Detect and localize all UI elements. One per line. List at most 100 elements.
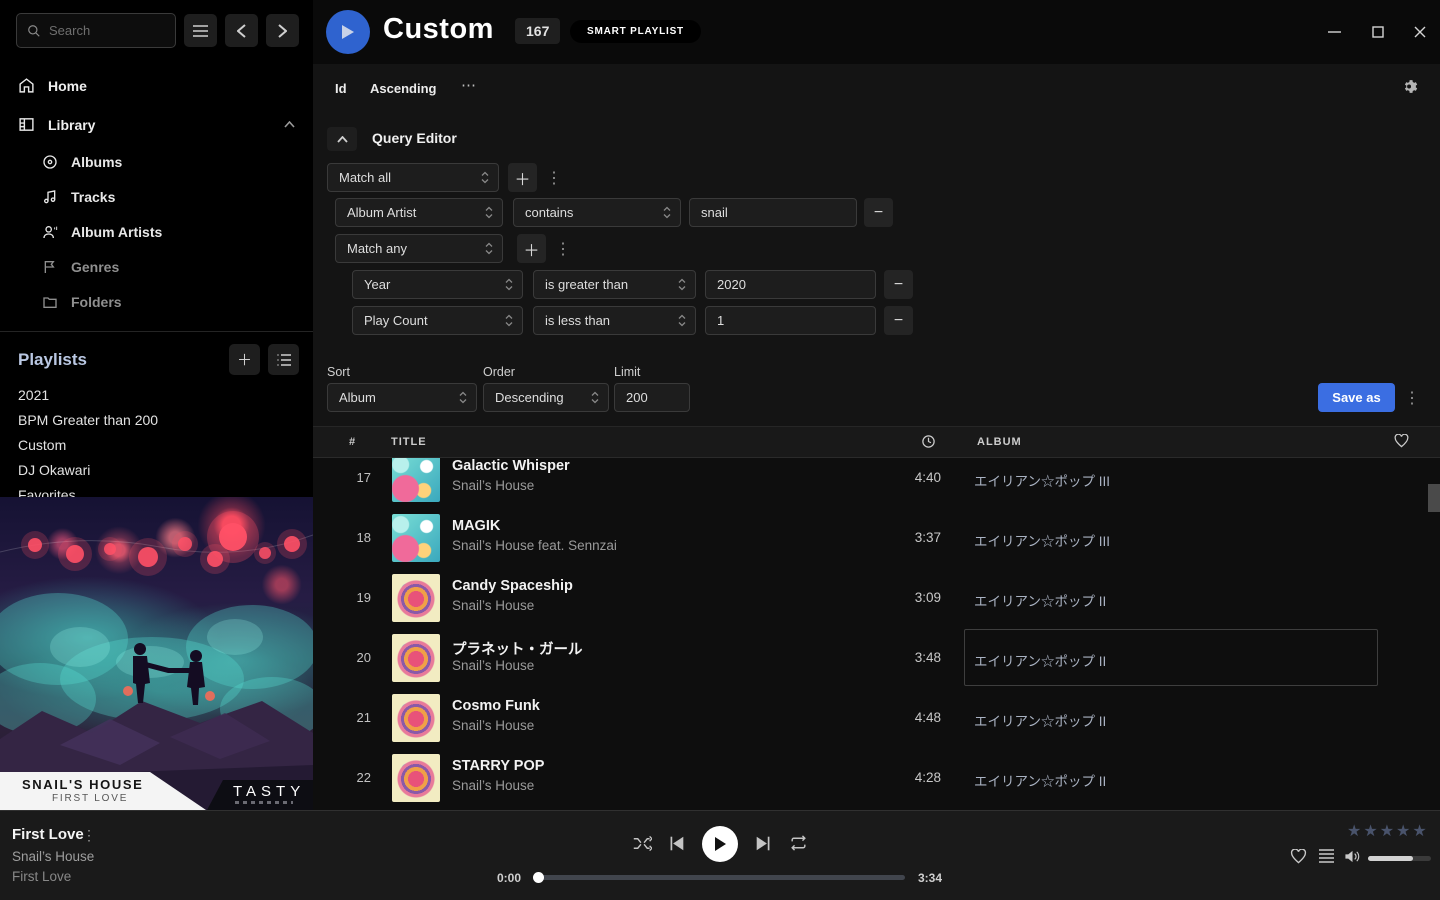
favorite-heart-icon[interactable] <box>1394 434 1409 448</box>
rule-value-input[interactable] <box>705 306 876 335</box>
playlist-item[interactable]: Custom <box>0 433 313 458</box>
rule-operator-select[interactable]: is greater than <box>533 270 696 299</box>
column-index[interactable]: # <box>349 436 356 448</box>
now-playing-artist[interactable]: Snail’s House <box>12 849 94 864</box>
sidebar-item-albums[interactable]: Albums <box>0 144 313 179</box>
sidebar: Home Library Albums Tracks Album Artists <box>0 0 313 810</box>
track-title: Candy Spaceship <box>452 578 573 594</box>
rule-operator-select[interactable]: is less than <box>533 306 696 335</box>
sort-direction-button[interactable]: Ascending <box>370 81 436 96</box>
now-playing-album-art[interactable]: SNAIL'S HOUSE FIRST LOVE TASTY <box>0 497 313 810</box>
shuffle-button[interactable] <box>633 835 652 852</box>
rating-stars[interactable]: ★★★★★ <box>1347 821 1429 841</box>
play-playlist-button[interactable] <box>326 10 370 54</box>
sidebar-item-home[interactable]: Home <box>0 66 313 105</box>
table-row[interactable]: 20 プラネット・ガール Snail’s House 3:48 エイリアン☆ポッ… <box>313 628 1440 688</box>
flag-icon <box>42 259 58 275</box>
save-as-button[interactable]: Save as <box>1318 383 1395 412</box>
sort-field-button[interactable]: Id <box>335 81 347 96</box>
sidebar-item-genres[interactable]: Genres <box>0 249 313 284</box>
column-title[interactable]: TITLE <box>391 436 427 448</box>
table-row[interactable]: 19 Candy Spaceship Snail’s House 3:09 エイ… <box>313 568 1440 628</box>
now-playing-album[interactable]: First Love <box>12 869 71 884</box>
playlist-list-button[interactable] <box>268 344 299 375</box>
sidebar-item-library[interactable]: Library <box>0 105 313 144</box>
repeat-button[interactable] <box>789 835 808 851</box>
track-artist[interactable]: Snail’s House <box>452 718 534 733</box>
track-artist[interactable]: Snail’s House <box>452 658 534 673</box>
track-album[interactable]: エイリアン☆ポップ III <box>974 530 1110 550</box>
window-maximize-button[interactable] <box>1368 22 1388 42</box>
table-scrollbar-thumb[interactable] <box>1428 484 1440 512</box>
rule-field-select[interactable]: Album Artist <box>335 198 503 227</box>
save-options-button[interactable]: ⋮ <box>1403 383 1421 412</box>
table-row[interactable]: 17 Galactic Whisper Snail’s House 4:40 エ… <box>313 458 1440 508</box>
track-duration: 4:48 <box>853 710 941 725</box>
playlist-item[interactable]: DJ Okawari <box>0 458 313 483</box>
column-album[interactable]: ALBUM <box>977 436 1022 448</box>
back-button[interactable] <box>225 14 258 47</box>
toolbar-more-button[interactable]: ⋯ <box>461 76 477 94</box>
previous-track-button[interactable] <box>668 835 685 852</box>
duration-clock-icon[interactable] <box>921 434 936 449</box>
rule-value-input[interactable] <box>689 198 857 227</box>
search-input[interactable] <box>49 23 159 38</box>
volume-icon[interactable] <box>1344 849 1361 864</box>
query-editor-collapse-button[interactable] <box>327 127 357 151</box>
window-close-button[interactable] <box>1410 22 1430 42</box>
group-options-button[interactable]: ⋮ <box>545 163 563 192</box>
sidebar-item-tracks[interactable]: Tracks <box>0 179 313 214</box>
table-row[interactable]: 18 MAGIK Snail’s House feat. Sennzai 3:3… <box>313 508 1440 568</box>
remove-rule-button[interactable]: − <box>884 306 913 335</box>
volume-slider[interactable] <box>1368 856 1431 861</box>
focused-cell-outline <box>964 629 1378 686</box>
rule-value-input[interactable] <box>705 270 876 299</box>
menu-button[interactable] <box>184 14 217 47</box>
remove-rule-button[interactable]: − <box>864 198 893 227</box>
cover-label-band: TASTY <box>207 780 313 810</box>
next-track-button[interactable] <box>755 835 772 852</box>
add-rule-button[interactable]: ＋ <box>508 163 537 192</box>
select-caret-icon <box>663 206 671 219</box>
rule-field-select[interactable]: Year <box>352 270 523 299</box>
rule-operator-select[interactable]: contains <box>513 198 681 227</box>
track-album[interactable]: エイリアン☆ポップ II <box>974 710 1106 730</box>
window-minimize-button[interactable] <box>1324 22 1344 42</box>
order-select[interactable]: Descending <box>483 383 609 412</box>
playlist-item[interactable]: BPM Greater than 200 <box>0 408 313 433</box>
track-artist[interactable]: Snail’s House feat. Sennzai <box>452 538 617 553</box>
add-rule-button[interactable]: ＋ <box>517 234 546 263</box>
group-options-button[interactable]: ⋮ <box>554 234 572 263</box>
create-playlist-button[interactable]: ＋ <box>229 344 260 375</box>
playlist-item[interactable]: 2021 <box>0 383 313 408</box>
track-artist[interactable]: Snail’s House <box>452 478 534 493</box>
sidebar-item-album-artists[interactable]: Album Artists <box>0 214 313 249</box>
sidebar-item-folders[interactable]: Folders <box>0 284 313 319</box>
search-box[interactable] <box>16 13 176 48</box>
match-type-select[interactable]: Match all <box>327 163 499 192</box>
select-caret-icon <box>485 206 493 219</box>
forward-button[interactable] <box>266 14 299 47</box>
now-playing-title[interactable]: First Love <box>12 826 84 843</box>
limit-input[interactable] <box>614 383 690 412</box>
remove-rule-button[interactable]: − <box>884 270 913 299</box>
favorite-button[interactable] <box>1290 849 1307 864</box>
match-type-select[interactable]: Match any <box>335 234 503 263</box>
track-album[interactable]: エイリアン☆ポップ III <box>974 470 1110 490</box>
now-playing-menu-button[interactable]: ⋮ <box>82 827 96 844</box>
seek-bar[interactable] <box>535 875 905 880</box>
track-artist[interactable]: Snail’s House <box>452 778 534 793</box>
play-pause-button[interactable] <box>702 826 738 862</box>
track-artist[interactable]: Snail’s House <box>452 598 534 613</box>
track-album[interactable]: エイリアン☆ポップ II <box>974 770 1106 790</box>
main-content: Custom 167 SMART PLAYLIST Id Ascending ⋯ <box>313 0 1440 810</box>
table-row[interactable]: 22 STARRY POP Snail’s House 4:28 エイリアン☆ポ… <box>313 748 1440 808</box>
queue-button[interactable] <box>1319 849 1334 863</box>
gear-icon[interactable] <box>1401 78 1418 95</box>
rule-field-select[interactable]: Play Count <box>352 306 523 335</box>
seek-knob[interactable] <box>533 872 544 883</box>
track-album[interactable]: エイリアン☆ポップ II <box>974 590 1106 610</box>
track-index: 18 <box>313 530 371 545</box>
sort-select[interactable]: Album <box>327 383 477 412</box>
table-row[interactable]: 21 Cosmo Funk Snail’s House 4:48 エイリアン☆ポ… <box>313 688 1440 748</box>
